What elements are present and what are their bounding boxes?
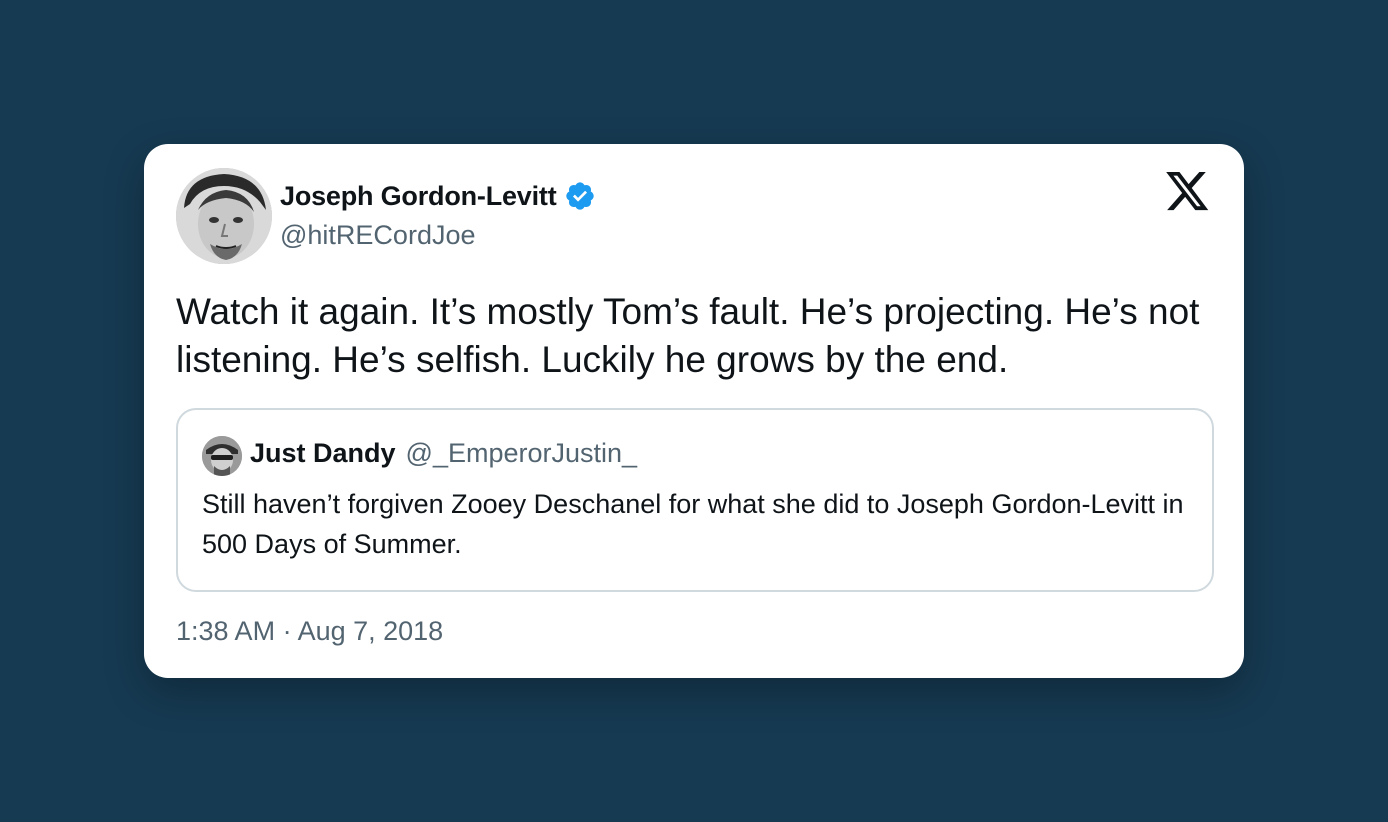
tweet-card[interactable]: Joseph Gordon-Levitt @hitRECordJoe Watch…: [144, 144, 1244, 678]
tweet-text: Watch it again. It’s mostly Tom’s fault.…: [176, 291, 1200, 380]
author-avatar[interactable]: [176, 168, 272, 264]
quoted-author-handle[interactable]: @_EmperorJustin_: [406, 438, 638, 469]
author-name-row: Joseph Gordon-Levitt: [280, 178, 596, 214]
tweet-timestamp[interactable]: 1:38 AM · Aug 7, 2018: [176, 616, 443, 647]
quoted-tweet[interactable]: Just Dandy @_EmperorJustin_ Still haven’…: [176, 408, 1214, 592]
verified-badge-icon: [564, 180, 596, 212]
x-logo-icon[interactable]: [1166, 172, 1210, 212]
quoted-header: Just Dandy @_EmperorJustin_: [250, 438, 637, 474]
author-name[interactable]: Joseph Gordon-Levitt: [280, 181, 557, 212]
avatar-photo-icon: [202, 436, 242, 476]
author-handle[interactable]: @hitRECordJoe: [280, 220, 476, 251]
avatar-photo-icon: [176, 168, 272, 264]
quoted-text: Still haven’t forgiven Zooey Deschanel f…: [202, 489, 1184, 559]
quoted-author-name[interactable]: Just Dandy: [250, 438, 396, 469]
quoted-author-avatar[interactable]: [202, 436, 242, 476]
